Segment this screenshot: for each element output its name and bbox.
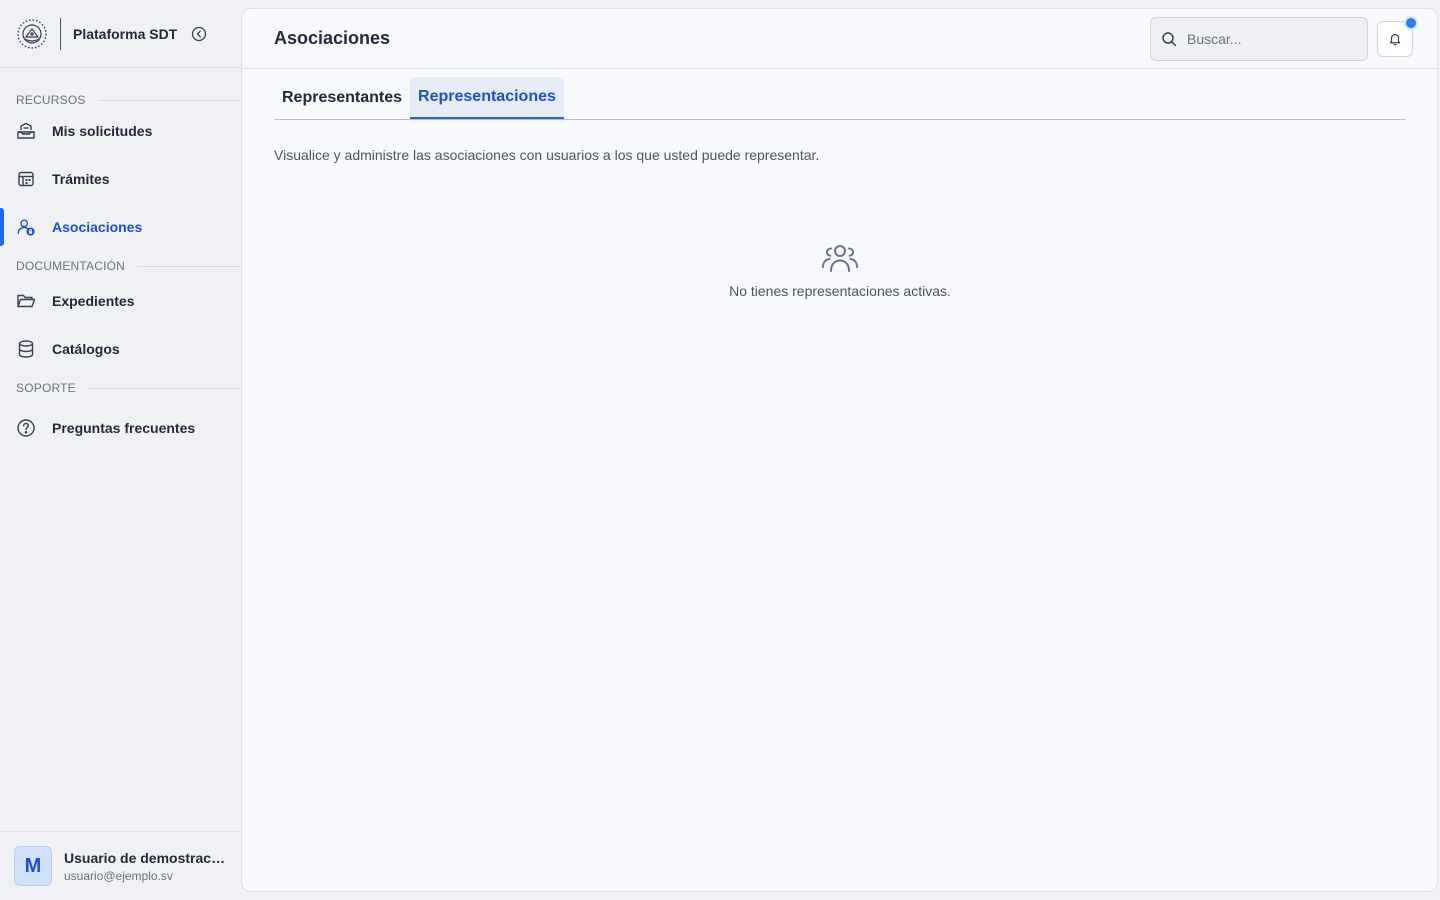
calendar-grid-icon <box>16 169 36 189</box>
sidebar-item-catalogos[interactable]: Catálogos <box>0 330 240 368</box>
tab-representantes[interactable]: Representantes <box>274 77 410 119</box>
user-shield-icon <box>16 217 36 237</box>
main-panel: Asociaciones Representantes Representaci… <box>241 8 1438 892</box>
sidebar-item-expedientes[interactable]: Expedientes <box>0 282 240 320</box>
inbox-icon <box>16 121 36 141</box>
brand-divider <box>60 17 61 50</box>
page-title: Asociaciones <box>274 28 391 48</box>
notification-dot <box>1404 15 1418 30</box>
sidebar-item-preguntas-frecuentes[interactable]: Preguntas frecuentes <box>0 409 240 447</box>
notifications-button[interactable] <box>1377 15 1418 57</box>
sidebar-item-asociaciones[interactable]: Asociaciones <box>0 208 240 246</box>
folder-open-icon <box>16 291 36 311</box>
search-input[interactable] <box>1187 30 1347 47</box>
user-email: usuario@ejemplo.sv <box>64 868 173 883</box>
sidebar-item-label: Catálogos <box>52 341 120 357</box>
section-header-documentacion: DOCUMENTACIÓN <box>0 256 240 276</box>
user-profile[interactable]: M Usuario de demostración usuario@ejempl… <box>0 831 240 900</box>
users-group-icon <box>822 245 858 272</box>
chevron-left-circle-icon <box>191 26 207 41</box>
page-description: Visualice y administre las asociaciones … <box>274 147 820 163</box>
top-bar: Asociaciones <box>242 9 1437 69</box>
database-icon <box>16 339 36 359</box>
sidebar-item-label: Asociaciones <box>52 219 143 235</box>
sidebar-item-label: Preguntas frecuentes <box>52 420 196 436</box>
help-circle-icon <box>16 418 36 438</box>
search-icon <box>1162 31 1177 46</box>
empty-state: No tienes representaciones activas. <box>274 243 1406 299</box>
section-header-soporte: SOPORTE <box>0 378 240 398</box>
collapse-sidebar-button[interactable] <box>190 25 208 43</box>
sidebar-item-label: Expedientes <box>52 293 135 309</box>
national-seal-icon <box>16 18 48 50</box>
tab-representaciones[interactable]: Representaciones <box>410 77 564 119</box>
avatar: M <box>14 846 52 886</box>
empty-state-message: No tienes representaciones activas. <box>729 283 951 299</box>
brand-header: Plataforma SDT <box>0 0 240 68</box>
brand-title: Plataforma SDT <box>73 25 178 42</box>
sidebar: Plataforma SDT RECURSOS Mis solicitudes <box>0 0 240 900</box>
user-name: Usuario de demostración <box>64 849 226 866</box>
search-box[interactable] <box>1150 16 1368 61</box>
content-area: Representantes Representaciones Visualic… <box>242 69 1437 299</box>
sidebar-item-tramites[interactable]: Trámites <box>0 160 240 198</box>
sidebar-item-mis-solicitudes[interactable]: Mis solicitudes <box>0 112 240 150</box>
section-header-recursos: RECURSOS <box>0 90 240 110</box>
tab-bar: Representantes Representaciones <box>274 77 1406 120</box>
bell-icon <box>1389 33 1401 45</box>
sidebar-item-label: Trámites <box>52 171 110 187</box>
sidebar-item-label: Mis solicitudes <box>52 123 153 139</box>
